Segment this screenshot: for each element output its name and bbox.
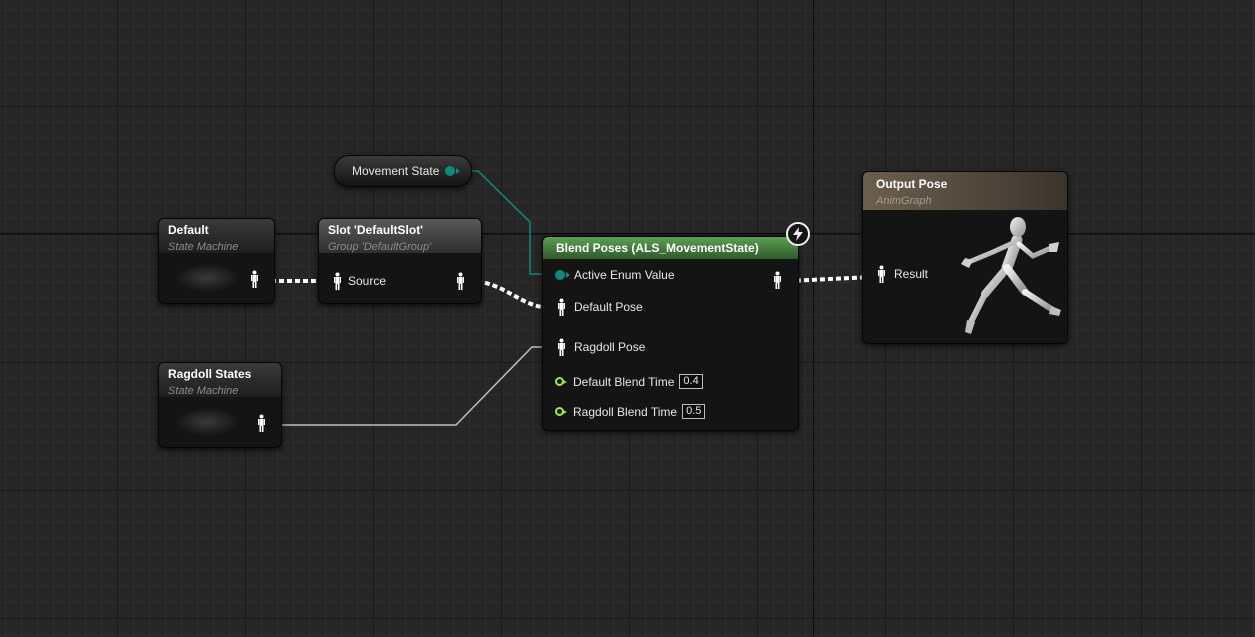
movement-state-variable-node[interactable]: Movement State — [334, 155, 472, 187]
result-pin-row[interactable]: Result — [877, 265, 928, 283]
pose-pin-icon[interactable] — [333, 272, 342, 290]
lightning-bolt-glyph — [793, 227, 803, 241]
node-header: Ragdoll States State Machine — [159, 363, 281, 397]
node-title: Blend Poses (ALS_MovementState) — [556, 241, 759, 255]
pose-pin-icon[interactable] — [877, 265, 886, 283]
ragdoll-blend-time-label: Ragdoll Blend Time — [573, 404, 678, 419]
active-enum-label: Active Enum Value — [574, 268, 675, 282]
state-machine-preview — [177, 409, 237, 435]
source-label: Source — [348, 274, 387, 288]
default-state-machine-node[interactable]: Default State Machine — [158, 218, 275, 304]
node-subtitle: State Machine — [168, 241, 239, 253]
pose-pin-icon[interactable] — [557, 298, 566, 316]
pose-pin-icon[interactable] — [250, 270, 259, 288]
default-pose-pin-row[interactable]: Default Pose — [557, 298, 643, 316]
default-blend-time-label: Default Blend Time — [573, 374, 675, 389]
state-machine-preview — [177, 265, 237, 291]
blend-poses-node[interactable]: Blend Poses (ALS_MovementState) Active E… — [542, 236, 799, 431]
enum-pin-icon[interactable] — [445, 166, 461, 176]
source-pin-row[interactable]: Source — [333, 272, 386, 290]
node-title: Ragdoll States — [168, 367, 252, 381]
node-title: Default — [168, 223, 209, 237]
output-pose-node[interactable]: Output Pose AnimGraph Result — [862, 171, 1068, 344]
ragdoll-pose-label: Ragdoll Pose — [574, 340, 646, 354]
node-header: Output Pose AnimGraph — [863, 172, 1067, 210]
node-header: Default State Machine — [159, 219, 274, 253]
float-pin-icon[interactable] — [555, 407, 567, 416]
wire-ragdoll-to-ragdoll-pose[interactable] — [270, 346, 552, 426]
node-header: Slot 'DefaultSlot' Group 'DefaultGroup' — [319, 219, 481, 253]
float-pin-icon[interactable] — [555, 377, 567, 386]
node-header: Blend Poses (ALS_MovementState) — [543, 237, 798, 259]
node-title: Output Pose — [876, 177, 948, 191]
active-enum-pin-row[interactable]: Active Enum Value — [555, 268, 675, 282]
enum-pin-icon[interactable] — [555, 270, 570, 280]
pose-pin-icon[interactable] — [456, 272, 465, 290]
variable-label: Movement State — [352, 164, 440, 178]
node-subtitle: State Machine — [168, 385, 239, 397]
grid-axis-vertical — [813, 0, 814, 637]
pose-pin-icon[interactable] — [557, 338, 566, 356]
node-subtitle: AnimGraph — [876, 195, 932, 207]
mannequin-preview-icon — [961, 217, 1061, 334]
node-title: Slot 'DefaultSlot' — [328, 223, 424, 237]
pose-pin-icon[interactable] — [257, 414, 266, 432]
result-label: Result — [894, 267, 929, 281]
pose-pin-icon[interactable] — [773, 271, 782, 289]
ragdoll-states-node[interactable]: Ragdoll States State Machine — [158, 362, 282, 448]
lightning-icon — [786, 222, 810, 246]
default-pose-label: Default Pose — [574, 300, 643, 314]
default-blend-time-input[interactable]: 0.4 — [679, 374, 703, 389]
slot-node[interactable]: Slot 'DefaultSlot' Group 'DefaultGroup' … — [318, 218, 482, 304]
wire-blend-to-output[interactable] — [787, 275, 873, 283]
ragdoll-pose-pin-row[interactable]: Ragdoll Pose — [557, 338, 645, 356]
ragdoll-blend-time-pin-row[interactable]: Ragdoll Blend Time 0.5 — [555, 404, 706, 419]
ragdoll-blend-time-input[interactable]: 0.5 — [682, 404, 706, 419]
node-subtitle: Group 'DefaultGroup' — [328, 241, 432, 253]
default-blend-time-pin-row[interactable]: Default Blend Time 0.4 — [555, 374, 703, 389]
